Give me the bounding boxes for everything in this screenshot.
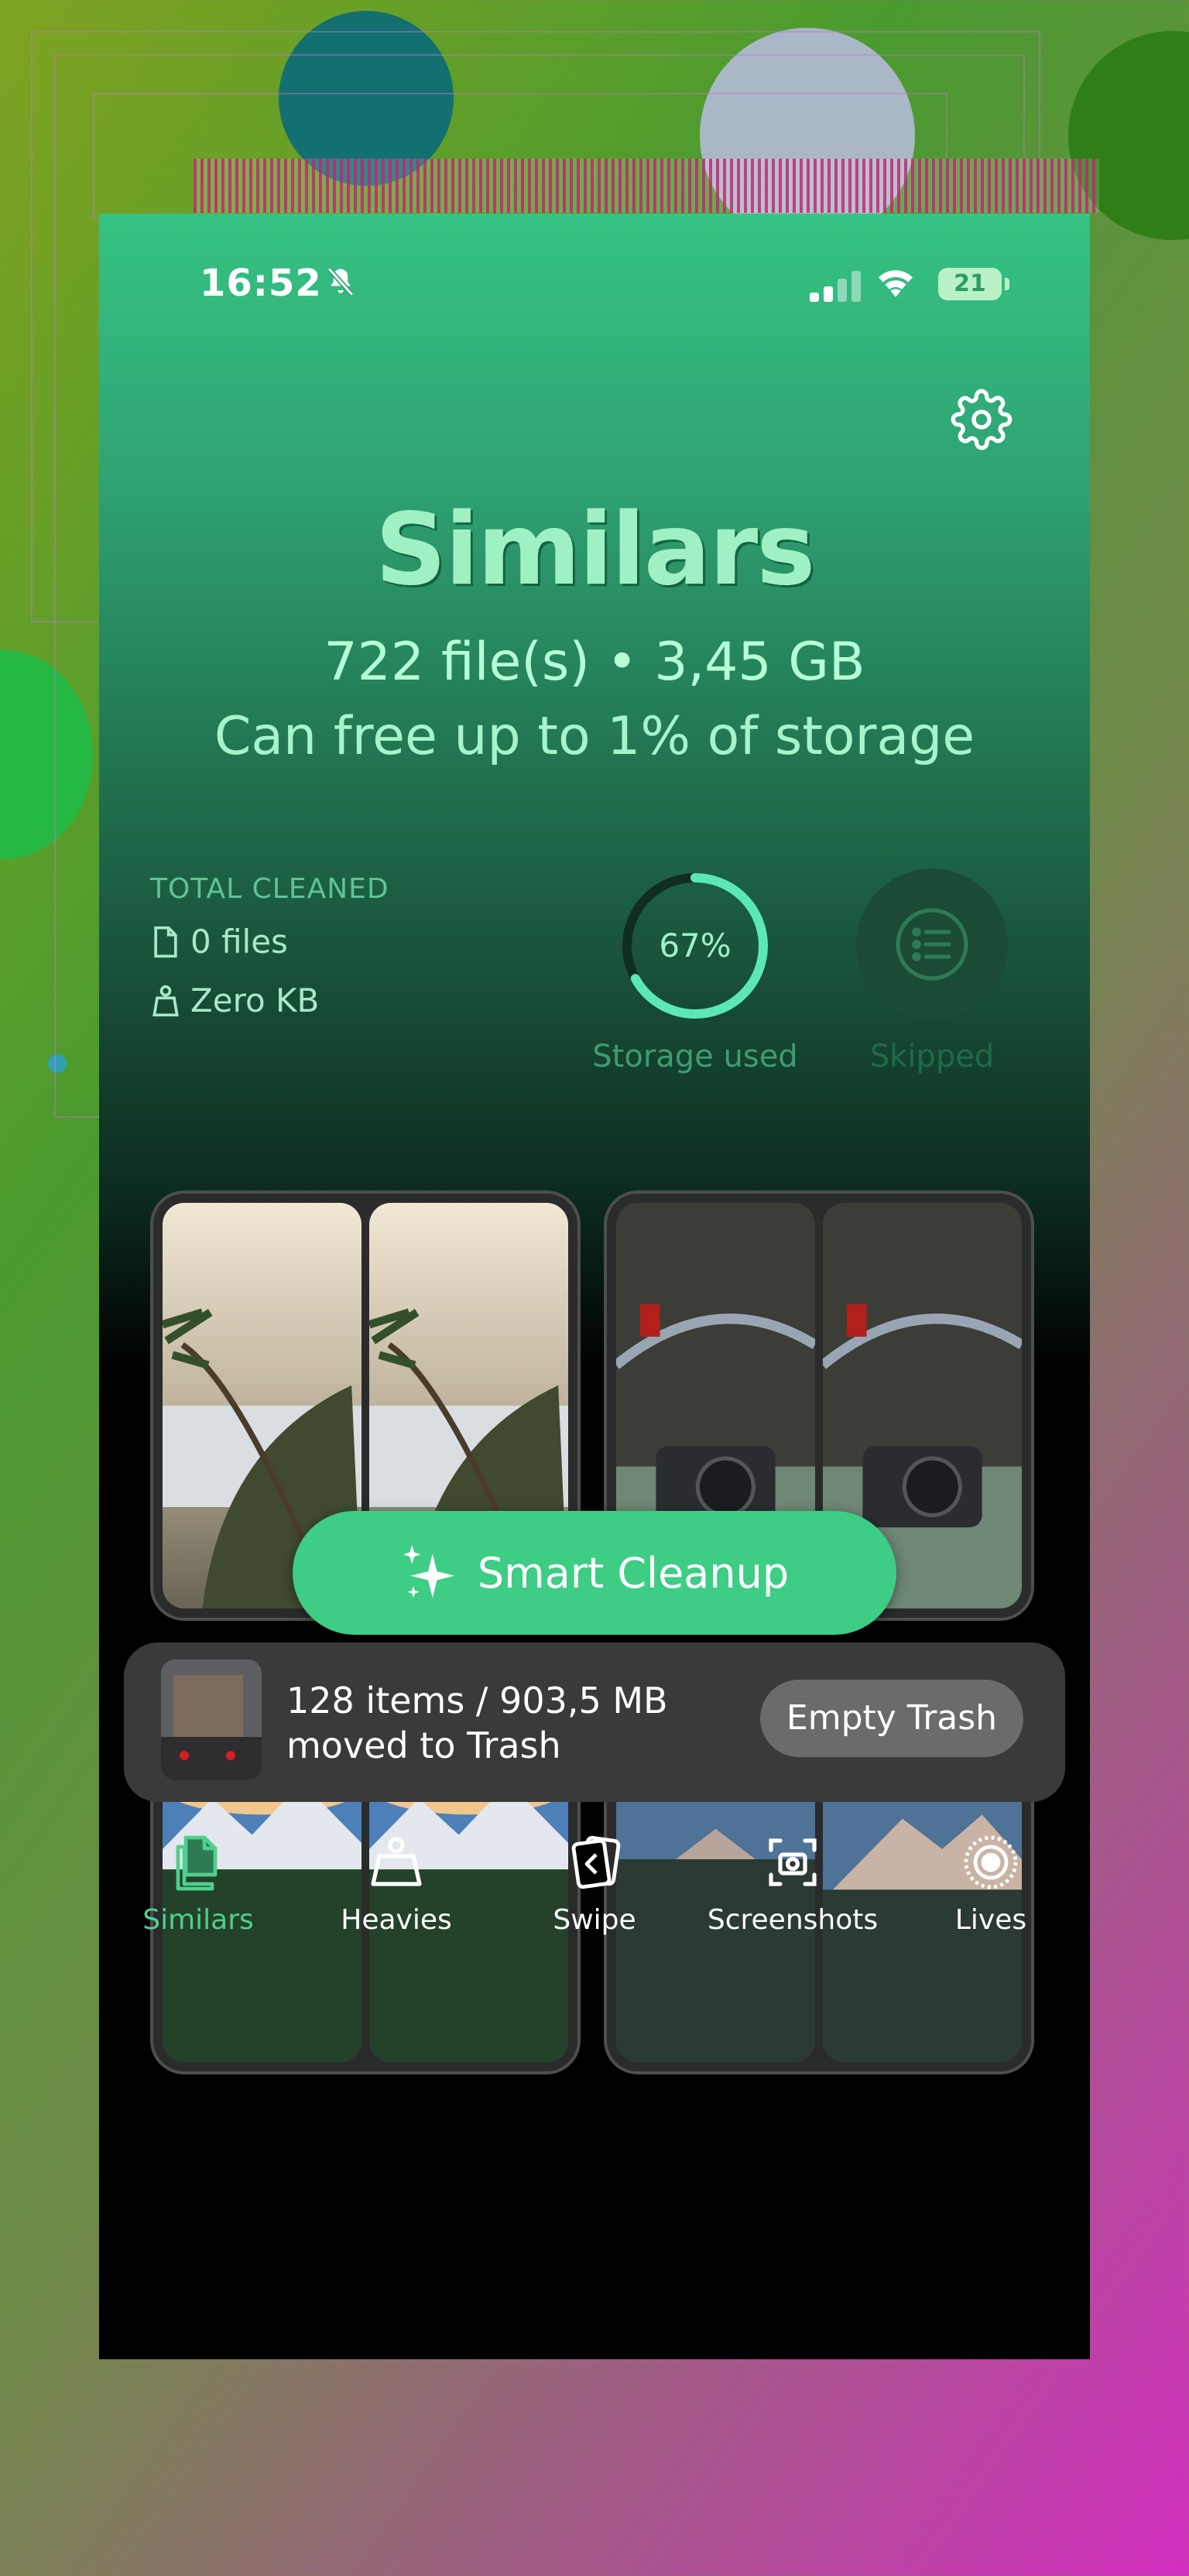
page-title: Similars <box>375 492 816 608</box>
total-cleaned-files-label: 0 files <box>190 923 288 961</box>
file-icon <box>154 926 177 957</box>
screenshot-icon <box>769 1838 817 1886</box>
sparkles-icon <box>403 1544 455 1598</box>
tab-heavies[interactable]: Heavies <box>297 1808 495 1963</box>
battery-level: 21 <box>938 268 1002 300</box>
tab-swipe-label: Swipe <box>553 1904 636 1936</box>
phone-screen: 16:52 21 Similars 722 file(s) • 3,45 GB … <box>99 214 1090 2359</box>
bottom-tab-bar: Similars Heavies Swipe Screenshots Lives <box>99 1808 1090 1963</box>
storage-free-note: Can free up to 1% of storage <box>214 706 975 767</box>
tab-screenshots-label: Screenshots <box>707 1904 879 1936</box>
storage-used-label: Storage used <box>592 1039 798 1074</box>
total-cleaned-files: 0 files <box>150 923 288 961</box>
tab-similars-label: Similars <box>142 1904 254 1936</box>
skipped-label: Skipped <box>869 1039 995 1074</box>
status-time: 16:52 <box>200 262 322 305</box>
tab-screenshots[interactable]: Screenshots <box>694 1808 892 1963</box>
files-summary: 722 file(s) • 3,45 GB <box>324 632 865 693</box>
trash-notification-bar: 128 items / 903,5 MB moved to Trash Empt… <box>124 1643 1065 1802</box>
total-cleaned-size: Zero KB <box>150 981 319 1019</box>
live-photo-icon <box>964 1835 1018 1889</box>
bell-muted-icon <box>327 267 355 296</box>
smart-cleanup-button[interactable]: Smart Cleanup <box>293 1511 896 1635</box>
tab-lives[interactable]: Lives <box>892 1808 1090 1963</box>
similars-icon <box>176 1835 218 1891</box>
smart-cleanup-label: Smart Cleanup <box>477 1548 790 1598</box>
settings-gear-icon[interactable] <box>951 389 1013 450</box>
trash-items-summary: 128 items / 903,5 MB <box>286 1680 668 1721</box>
empty-trash-button[interactable]: Empty Trash <box>760 1680 1023 1757</box>
cellular-signal-icon <box>810 271 861 302</box>
skipped-button[interactable] <box>856 868 1008 1020</box>
weight-icon <box>371 1837 422 1886</box>
tab-similars[interactable]: Similars <box>99 1808 297 1963</box>
list-icon <box>896 908 968 981</box>
weight-icon <box>152 985 179 1016</box>
tab-lives-label: Lives <box>954 1904 1027 1936</box>
storage-used-percent: 67% <box>659 927 732 964</box>
trash-status: moved to Trash <box>286 1725 561 1766</box>
battery-icon: 21 <box>938 268 1009 300</box>
total-cleaned-heading: TOTAL CLEANED <box>150 873 389 905</box>
wifi-icon <box>879 270 913 297</box>
tab-heavies-label: Heavies <box>341 1904 452 1936</box>
trash-thumbnail <box>161 1660 262 1780</box>
total-cleaned-size-label: Zero KB <box>190 981 320 1019</box>
tab-swipe[interactable]: Swipe <box>495 1808 694 1963</box>
swipe-icon <box>571 1835 621 1889</box>
